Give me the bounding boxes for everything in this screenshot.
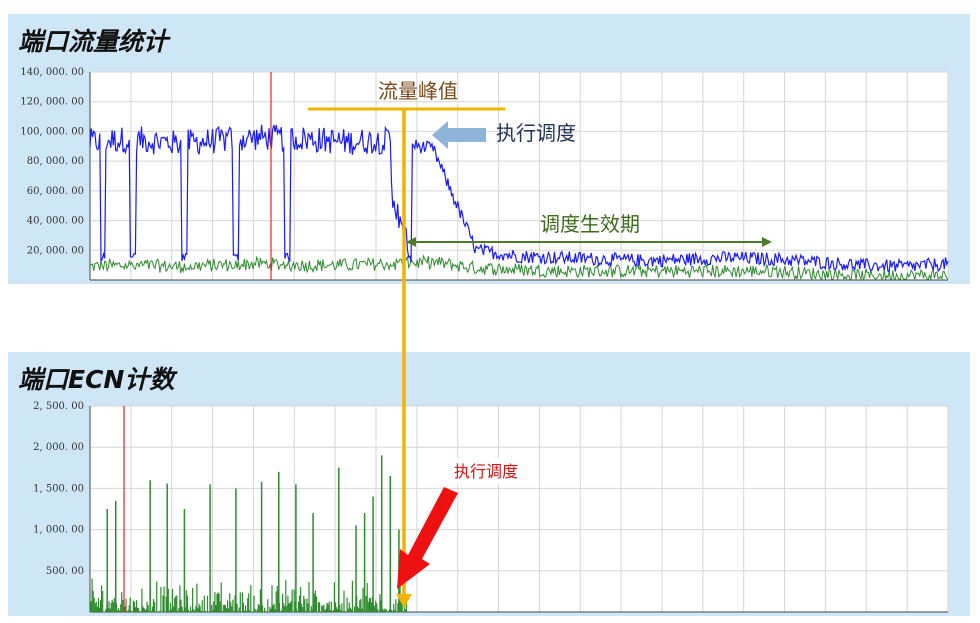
ecn-ytick: 500. 00 [46,566,84,577]
ecn-plot-area [90,406,948,612]
traffic-plot-area [90,72,948,280]
charts-svg: 140, 000. 00 120, 000. 00 100, 000. 00 80, … [20,67,949,613]
ecn-ytick: 2, 000. 00 [33,442,84,453]
ecn-ytick: 1, 000. 00 [33,525,84,536]
traffic-ytick: 120, 000. 00 [20,97,84,108]
schedule-top-label: 执行调度 [496,121,576,145]
traffic-ytick: 20, 000. 00 [27,245,84,256]
traffic-ytick: 140, 000. 00 [20,67,84,78]
effective-label: 调度生效期 [540,212,640,236]
schedule-bottom-label: 执行调度 [454,462,518,481]
traffic-ytick: 60, 000. 00 [27,186,84,197]
peak-label: 流量峰值 [378,79,458,103]
ecn-ytick: 2, 500. 00 [33,401,84,412]
traffic-ytick: 80, 000. 00 [27,156,84,167]
traffic-ytick: 40, 000. 00 [27,216,84,227]
ecn-ytick: 1, 500. 00 [33,483,84,494]
traffic-ytick: 100, 000. 00 [20,126,84,137]
